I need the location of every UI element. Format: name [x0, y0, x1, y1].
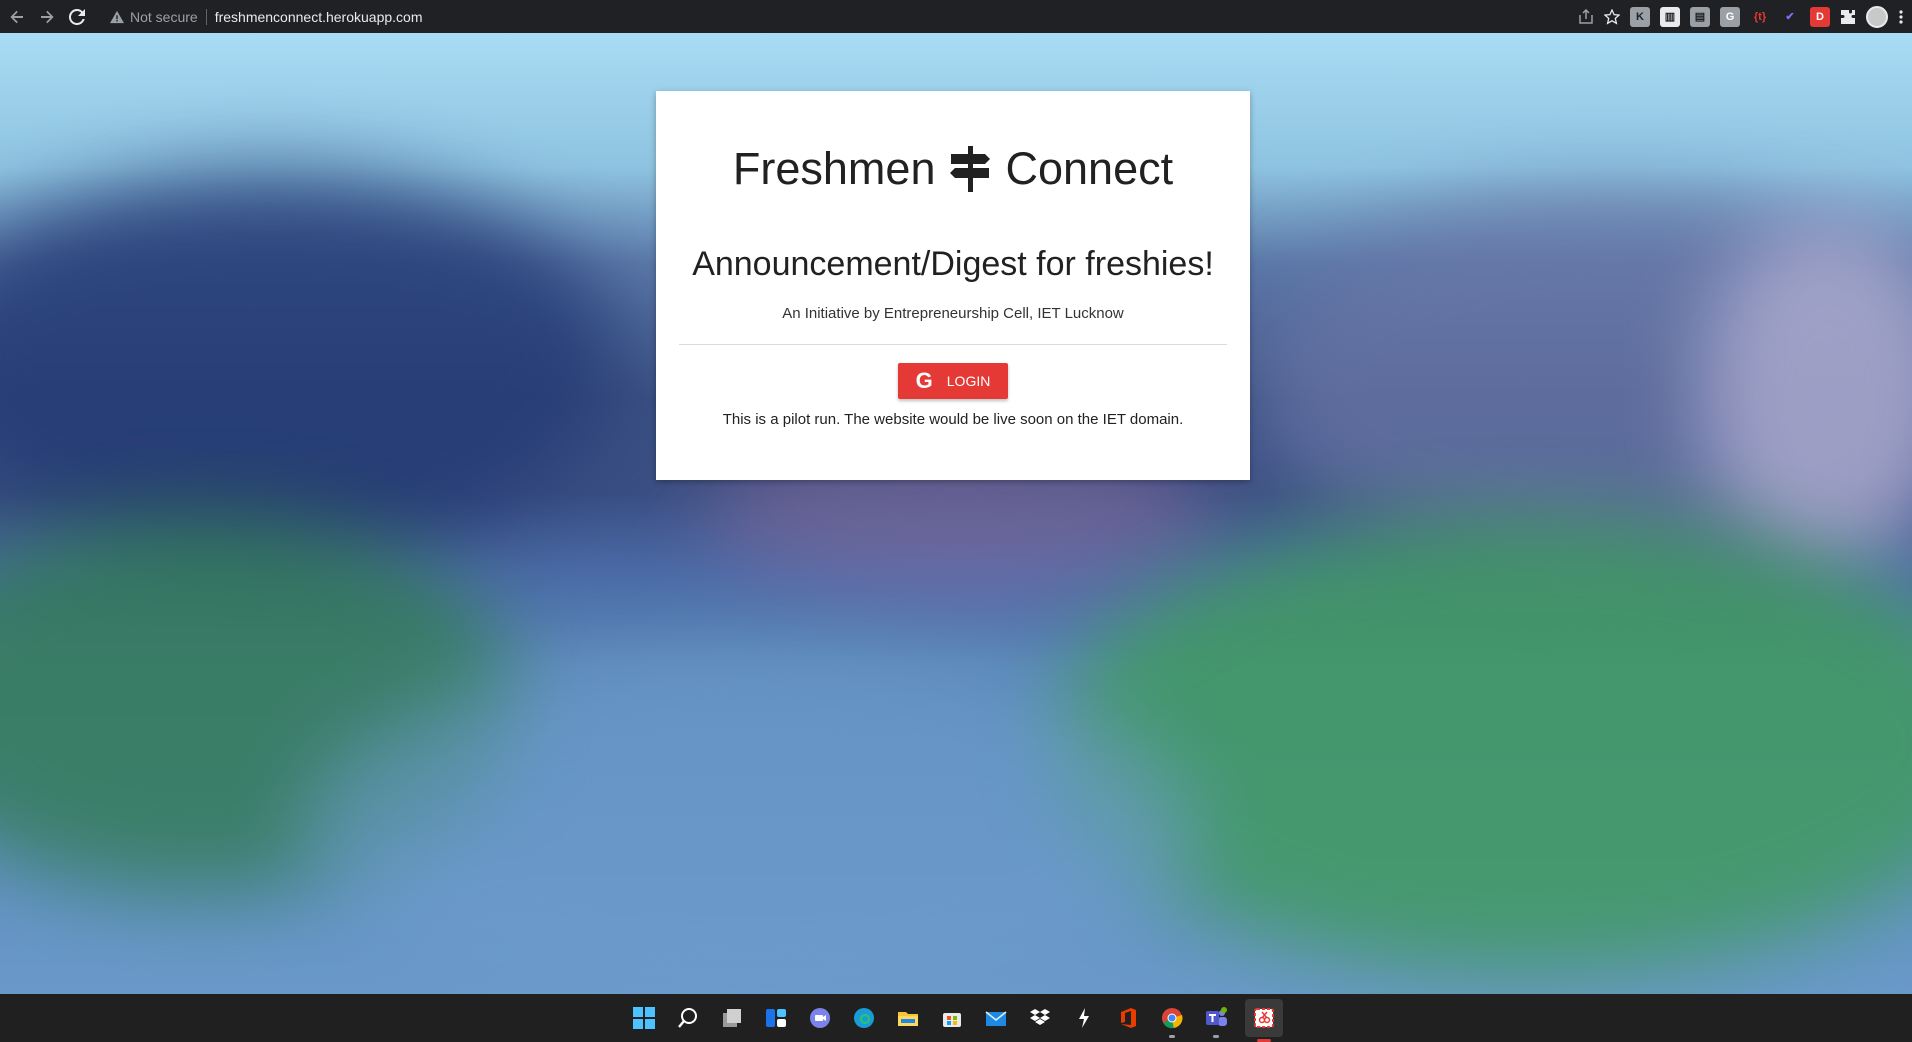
windows-taskbar	[0, 994, 1912, 1042]
edge-button[interactable]	[849, 1003, 879, 1033]
forward-button[interactable]	[32, 2, 62, 32]
office-icon	[1121, 1008, 1136, 1028]
chat-button[interactable]	[805, 1003, 835, 1033]
extension-t-icon[interactable]: {t}	[1750, 6, 1770, 27]
chat-icon	[810, 1008, 830, 1028]
search-button[interactable]	[673, 1003, 703, 1033]
extension-check-icon[interactable]: ✔	[1780, 6, 1800, 27]
running-indicator	[1213, 1035, 1219, 1038]
store-button[interactable]	[937, 1003, 967, 1033]
reload-button[interactable]	[62, 2, 92, 32]
running-indicator	[1169, 1035, 1175, 1038]
toolbar-right-icons: K ▥ ▤ G {t} ✔ D	[1578, 0, 1904, 33]
extensions-puzzle-icon[interactable]	[1840, 9, 1856, 25]
page-background: Freshmen Connect Announcement/Digest for…	[0, 33, 1912, 994]
file-explorer-icon	[898, 1012, 918, 1026]
extension-chart-icon[interactable]: ▥	[1660, 6, 1680, 27]
bookmark-star-icon[interactable]	[1604, 8, 1620, 25]
extension-g-icon[interactable]: G	[1720, 6, 1740, 27]
google-login-button[interactable]: G LOGIN	[898, 363, 1008, 399]
omnibox-divider	[205, 8, 207, 25]
back-button[interactable]	[2, 2, 32, 32]
brand-right-text: Connect	[1005, 143, 1174, 194]
pilot-note: This is a pilot run. The website would b…	[722, 411, 1184, 428]
warning-icon	[110, 10, 124, 23]
more-menu-icon[interactable]	[1898, 9, 1904, 25]
bg-lawn-right	[1050, 513, 1912, 973]
mail-icon	[985, 1011, 1007, 1026]
extension-k-icon[interactable]: K	[1630, 6, 1650, 27]
address-bar[interactable]: Not secure freshmenconnect.herokuapp.com	[102, 2, 1562, 31]
back-arrow-icon	[10, 10, 23, 23]
start-button[interactable]	[629, 1003, 659, 1033]
widgets-button[interactable]	[761, 1003, 791, 1033]
mail-button[interactable]	[981, 1003, 1011, 1033]
extension-box-icon[interactable]: ▤	[1690, 6, 1710, 27]
snipping-tool-icon	[1254, 1008, 1274, 1028]
task-view-icon	[723, 1009, 741, 1027]
headline: Announcement/Digest for freshies!	[692, 245, 1214, 283]
dropbox-button[interactable]	[1025, 1003, 1055, 1033]
url-text[interactable]: freshmenconnect.herokuapp.com	[215, 9, 423, 25]
snipping-tool-button[interactable]	[1245, 999, 1283, 1042]
office-button[interactable]	[1113, 1003, 1143, 1033]
brand-title: Freshmen Connect	[656, 143, 1250, 195]
task-view-button[interactable]	[717, 1003, 747, 1033]
login-card: Freshmen Connect Announcement/Digest for…	[656, 91, 1250, 480]
store-icon	[943, 1013, 961, 1027]
initiative-subtitle: An Initiative by Entrepreneurship Cell, …	[782, 305, 1124, 322]
dropbox-icon	[1030, 1009, 1050, 1025]
brand-left-text: Freshmen	[732, 143, 936, 194]
chrome-button[interactable]	[1157, 1003, 1187, 1038]
widgets-icon	[766, 1009, 786, 1027]
bg-building-left	[0, 173, 620, 553]
share-icon[interactable]	[1578, 8, 1594, 25]
chrome-icon	[1162, 1008, 1183, 1029]
app-button[interactable]	[1069, 1003, 1099, 1033]
card-divider	[679, 344, 1227, 345]
login-label: LOGIN	[946, 373, 991, 389]
teams-button[interactable]	[1201, 1003, 1231, 1038]
start-icon	[633, 1007, 655, 1029]
browser-toolbar: Not secure freshmenconnect.herokuapp.com…	[0, 0, 1912, 33]
file-explorer-button[interactable]	[893, 1003, 923, 1033]
forward-arrow-icon	[41, 10, 54, 23]
google-icon: G	[915, 368, 933, 393]
edge-icon	[854, 1008, 874, 1028]
bolt-icon	[1079, 1008, 1089, 1028]
search-icon	[678, 1008, 697, 1028]
reload-icon	[69, 8, 85, 25]
profile-avatar[interactable]	[1866, 5, 1888, 28]
security-label[interactable]: Not secure	[130, 9, 198, 25]
signpost-icon	[950, 146, 991, 192]
extension-d-icon[interactable]: D	[1810, 6, 1830, 27]
bg-road	[300, 653, 1200, 994]
teams-icon	[1206, 1007, 1227, 1026]
